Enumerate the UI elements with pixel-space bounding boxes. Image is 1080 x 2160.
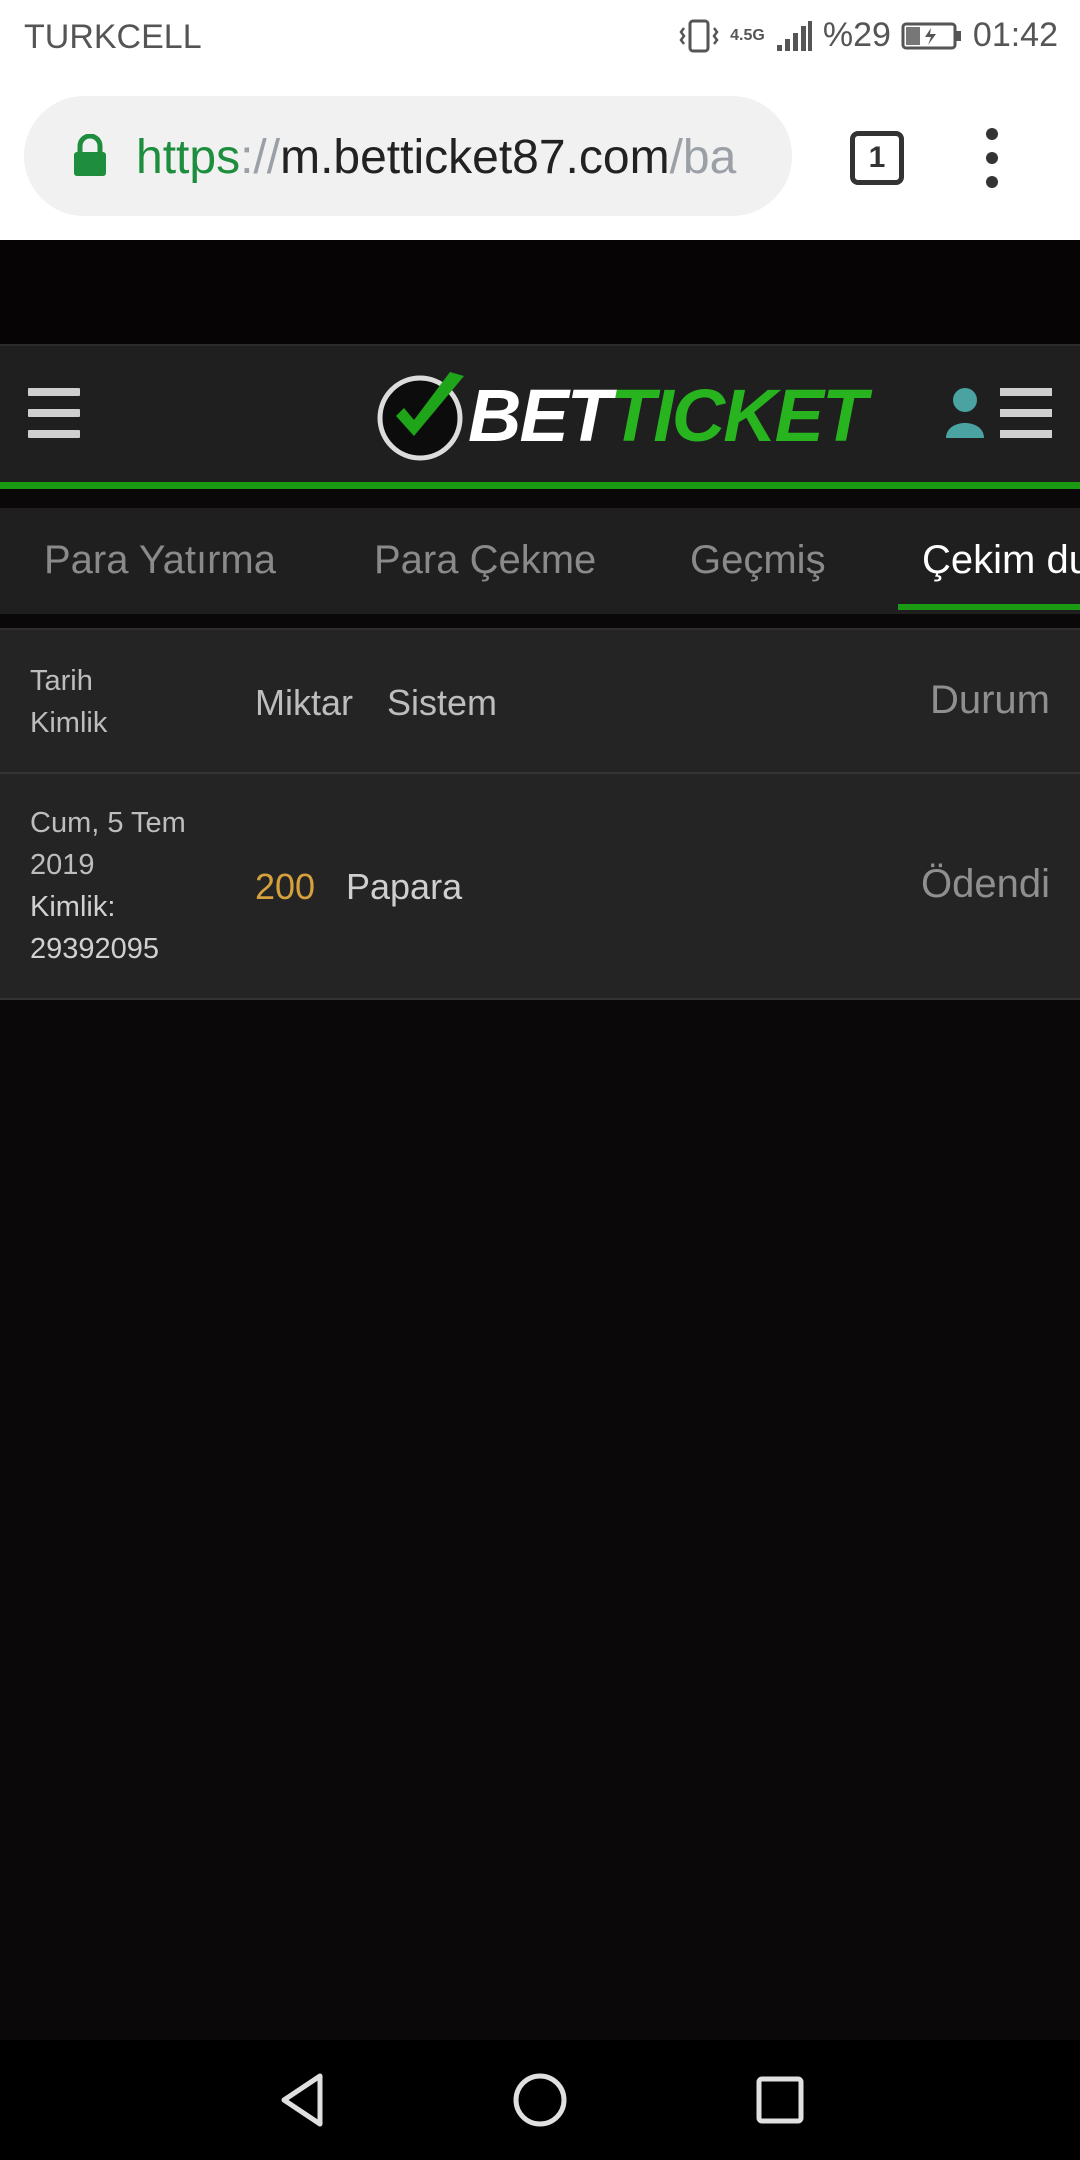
logo-check-icon xyxy=(377,372,464,461)
user-menu-icon[interactable] xyxy=(1000,388,1052,438)
browser-toolbar: https://m.betticket87.com/ba 1 xyxy=(0,76,1080,240)
row-date-line1: Cum, 5 Tem xyxy=(30,807,186,839)
header-accent-line xyxy=(0,482,1080,489)
url-host: m.betticket87.com xyxy=(280,131,670,184)
row-id-value: 29392095 xyxy=(30,933,160,965)
site-logo[interactable]: BETTICKET xyxy=(374,368,867,464)
row-system: Papara xyxy=(346,866,463,907)
carrier-name: TURKCELL xyxy=(24,18,202,56)
account-tabs: Para Yatırma Para Çekme Geçmiş Çekim du xyxy=(0,508,1080,614)
signal-icon xyxy=(776,20,812,51)
tab-deposit[interactable]: Para Yatırma xyxy=(44,508,276,614)
header-id: Kimlik xyxy=(30,707,108,739)
home-icon[interactable] xyxy=(508,2068,572,2132)
logo-text: BETTICKET xyxy=(468,374,867,457)
main-menu-icon[interactable] xyxy=(28,388,80,438)
site-header: BETTICKET xyxy=(0,344,1080,482)
withdrawals-table: Tarih Kimlik Miktar Sistem Durum Cum, 5 … xyxy=(0,628,1080,1000)
header-system: Sistem xyxy=(387,682,498,723)
tab-history[interactable]: Geçmiş xyxy=(690,508,826,614)
battery-charging-icon xyxy=(901,22,961,49)
address-bar[interactable]: https://m.betticket87.com/ba xyxy=(24,96,792,216)
row-amount: 200 xyxy=(255,866,316,907)
clock: 01:42 xyxy=(972,16,1058,54)
page-content: BETTICKET Para Yatırma Para Çekme Geçmiş… xyxy=(0,240,1080,2040)
user-icon[interactable] xyxy=(944,386,986,440)
recent-apps-icon[interactable] xyxy=(750,2070,810,2130)
tab-withdrawal-status[interactable]: Çekim du xyxy=(922,508,1080,614)
table-row: Cum, 5 Tem 2019 Kimlik: 29392095 200 Pap… xyxy=(0,774,1080,1000)
header-amount: Miktar xyxy=(255,682,353,723)
more-options-icon[interactable] xyxy=(982,126,1002,190)
battery-percent: %29 xyxy=(822,16,891,54)
tab-switcher-button[interactable]: 1 xyxy=(850,131,904,185)
url-fade xyxy=(732,96,792,216)
tab-withdraw[interactable]: Para Çekme xyxy=(374,508,596,614)
url-separator: :// xyxy=(240,131,281,184)
network-type-icon: 4.5G xyxy=(730,26,765,44)
url-scheme: https xyxy=(136,131,241,184)
url-text[interactable]: https://m.betticket87.com/ba xyxy=(136,130,736,185)
top-strip xyxy=(0,240,1080,344)
back-icon[interactable] xyxy=(272,2068,336,2132)
status-bar: TURKCELL 4.5G %29 01:42 xyxy=(0,0,1080,76)
status-icons: 4.5G %29 01:42 xyxy=(678,16,1058,55)
header-date: Tarih xyxy=(30,665,93,697)
row-id-label: Kimlik: xyxy=(30,891,116,923)
lock-icon xyxy=(74,134,106,176)
vibrate-icon xyxy=(679,19,719,52)
row-date-line2: 2019 xyxy=(30,849,95,881)
row-status: Ödendi xyxy=(921,862,1050,906)
header-status: Durum xyxy=(929,678,1050,722)
active-tab-indicator xyxy=(898,604,1080,610)
table-header: Tarih Kimlik Miktar Sistem Durum xyxy=(0,628,1080,774)
system-nav-bar xyxy=(0,2040,1080,2160)
url-path: /ba xyxy=(669,131,737,184)
